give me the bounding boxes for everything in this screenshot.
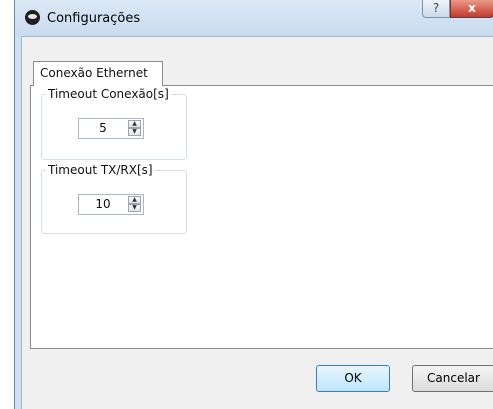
window-title: Configurações: [47, 11, 141, 26]
group-title-timeout-txrx: Timeout TX/RX[s]: [46, 163, 155, 177]
dialog-window: Configurações ? x Conexão Ethernet Timeo…: [14, 0, 493, 409]
app-logo-icon: [25, 10, 40, 25]
close-icon: x: [468, 1, 476, 15]
tab-panel: Timeout Conexão[s] 5 ▲ ▼ Timeout TX/RX[s…: [30, 85, 493, 349]
dialog-client-area: Conexão Ethernet Timeout Conexão[s] 5 ▲ …: [21, 36, 493, 409]
help-button[interactable]: ?: [422, 0, 450, 18]
group-timeout-conexao: Timeout Conexão[s] 5 ▲ ▼: [41, 87, 187, 160]
group-title-timeout-conexao: Timeout Conexão[s]: [46, 87, 171, 101]
tab-conexao-ethernet[interactable]: Conexão Ethernet: [33, 61, 163, 86]
spin-down-arrow-icon[interactable]: ▼: [128, 204, 141, 212]
spin-down-arrow-icon[interactable]: ▼: [128, 128, 141, 136]
timeout-txrx-spinbox[interactable]: 10 ▲ ▼: [78, 194, 144, 215]
ok-button[interactable]: OK: [316, 365, 390, 392]
spin-up-arrow-icon[interactable]: ▲: [128, 196, 141, 204]
title-bar[interactable]: Configurações ? x: [15, 0, 493, 36]
timeout-conexao-input[interactable]: 5: [79, 119, 127, 138]
timeout-txrx-input[interactable]: 10: [79, 195, 127, 214]
cancel-button[interactable]: Cancelar: [412, 365, 493, 392]
timeout-conexao-spinbox[interactable]: 5 ▲ ▼: [78, 118, 144, 139]
spin-up-arrow-icon[interactable]: ▲: [128, 120, 141, 128]
help-icon: ?: [432, 1, 440, 15]
close-button[interactable]: x: [450, 0, 493, 18]
group-timeout-txrx: Timeout TX/RX[s] 10 ▲ ▼: [41, 163, 187, 234]
